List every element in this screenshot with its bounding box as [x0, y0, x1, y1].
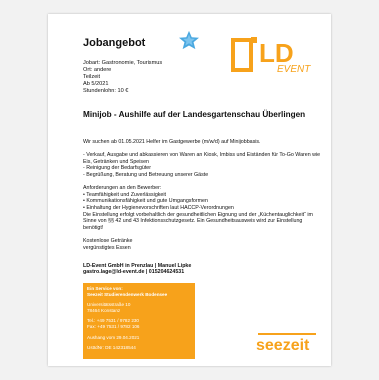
requirement-item: • Kommunikationsfähigkeit und gute Umgan…: [83, 198, 208, 205]
requirements-list: Anforderungen an den Bewerber: • Teamfäh…: [83, 185, 323, 231]
requirement-item: Die Einstellung erfolgt vorbehaltlich de…: [83, 211, 313, 231]
benefits-list: Kostenlose Getränke vergünstigtes Essen: [83, 238, 323, 251]
job-headline: Minijob - Aushilfe auf der Landesgartens…: [83, 110, 306, 119]
meta-line: Stundenlohn: 10 €: [83, 88, 129, 94]
task-item: - Begrüßung, Beratung und Betreuung unse…: [83, 171, 209, 178]
service-box: Ein Service von: Seezeit Studierendenwer…: [83, 283, 195, 359]
requirement-item: • Teamfähigkeit und Zuverlässigkeit: [83, 191, 167, 198]
meta-line: Ab 5/2021: [83, 81, 109, 87]
contact-line: gastro.lage@ld-event.de | 015204624531: [83, 269, 185, 276]
job-posting-page: Jobangebot LD EVENT Jobart: Gastronomie,…: [48, 14, 331, 366]
page-title: Jobangebot: [83, 37, 146, 49]
meta-line: Jobart: Gastronomie, Tourismus: [83, 60, 163, 66]
meta-line: Ort: andere: [83, 67, 112, 73]
job-meta: Jobart: Gastronomie, Tourismus Ort: ande…: [83, 60, 162, 95]
job-body: Wir suchen ab 01.05.2021 Helfer im Gastg…: [83, 139, 323, 258]
service-id: UstIdNr: DE 142318544: [87, 345, 136, 351]
requirements-heading: Anforderungen an den Bewerber:: [83, 185, 162, 192]
logo-word: EVENT: [277, 64, 311, 75]
seezeit-logo-text: seezeit: [256, 337, 310, 354]
tasks-list: - Verkauf, Ausgabe und abkassieren von W…: [83, 152, 323, 178]
benefit-item: Kostenlose Getränke: [83, 237, 133, 244]
star-icon: [179, 30, 199, 50]
task-item: - Reinigung der Bedarfsgüter: [83, 165, 152, 172]
contact-info: LD-Event GmbH in Prenzlau | Manuel Lipke…: [83, 263, 191, 275]
meta-line: Teilzeit: [83, 74, 101, 80]
requirement-item: • Einhaltung der Hygienevorschriften lau…: [83, 204, 234, 211]
benefit-item: vergünstigtes Essen: [83, 244, 131, 251]
task-item: - Verkauf, Ausgabe und abkassieren von W…: [83, 152, 322, 165]
ld-event-logo: LD EVENT: [231, 37, 311, 75]
intro-text: Wir suchen ab 01.05.2021 Helfer im Gastg…: [83, 139, 261, 145]
seezeit-logo: seezeit: [256, 333, 316, 354]
